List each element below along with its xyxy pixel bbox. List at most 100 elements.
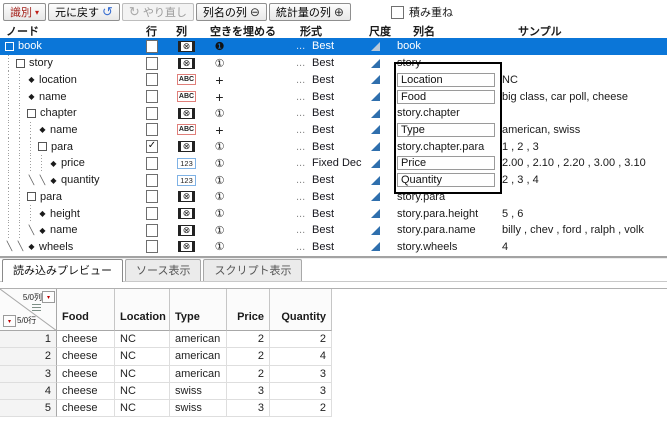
excluded-column-icon[interactable]: ⊗ — [178, 141, 195, 153]
tree-row-name[interactable]: ◆ name ABC +... Best Food big class, car poll,… — [0, 88, 667, 105]
columns-menu-button[interactable]: ▾ — [42, 291, 55, 303]
character-column-icon[interactable]: ABC — [177, 74, 196, 86]
row-checkbox[interactable] — [146, 106, 158, 120]
format-value[interactable]: Best — [312, 55, 369, 72]
fill-gaps-icon[interactable]: ① — [211, 138, 228, 155]
leaf-node-icon[interactable]: ◆ — [37, 209, 48, 218]
row-checkbox[interactable] — [146, 223, 158, 237]
row-checkbox[interactable] — [146, 123, 158, 137]
format-ellipsis[interactable]: ... — [296, 188, 305, 205]
column-header-type[interactable]: Type — [170, 289, 227, 331]
tree-row-story[interactable]: story ⊗ ①... Best story — [0, 54, 667, 72]
format-value[interactable]: Best — [312, 88, 369, 105]
continuous-scale-icon[interactable] — [371, 242, 380, 252]
leaf-node-icon[interactable]: ◆ — [37, 226, 48, 235]
format-value[interactable]: Best — [312, 71, 369, 88]
format-ellipsis[interactable]: ... — [296, 172, 305, 189]
container-node-icon[interactable] — [5, 41, 14, 51]
fill-gaps-icon[interactable]: ❶ — [211, 38, 228, 55]
fill-gaps-icon[interactable]: ① — [211, 172, 228, 189]
undo-button[interactable]: 元に戻す ↺ — [48, 3, 120, 21]
colname-input[interactable]: Type — [397, 122, 495, 137]
rows-menu-button[interactable]: ▾ — [3, 315, 16, 327]
continuous-scale-icon[interactable] — [371, 209, 380, 219]
format-ellipsis[interactable]: ... — [296, 71, 305, 88]
identify-button[interactable]: 識別 ▾ — [3, 3, 47, 21]
row-checkbox[interactable] — [146, 156, 158, 170]
row-checkbox[interactable] — [146, 90, 158, 104]
format-value[interactable]: Best — [312, 172, 369, 189]
fill-gaps-icon[interactable]: ① — [211, 205, 228, 222]
leaf-node-icon[interactable]: ◆ — [37, 125, 48, 134]
tree-row-name[interactable]: ◆ name ABC +... Best Type american, swiss — [0, 121, 667, 139]
container-node-icon[interactable] — [16, 58, 25, 68]
format-ellipsis[interactable]: ... — [296, 155, 305, 172]
continuous-scale-icon[interactable] — [371, 175, 380, 185]
character-column-icon[interactable]: ABC — [177, 91, 196, 103]
excluded-column-icon[interactable]: ⊗ — [178, 57, 195, 69]
tree-row-price[interactable]: ◆ price 123 ①... Fixed Dec Price 2.00 , 2.10 ,… — [0, 155, 667, 172]
tree-row-height[interactable]: ◆ height ⊗ ①... Best story.para.height 5 , 6 — [0, 205, 667, 222]
excluded-column-icon[interactable]: ⊗ — [178, 191, 195, 203]
colname-input[interactable]: Price — [397, 156, 495, 171]
continuous-scale-icon[interactable] — [371, 58, 380, 68]
continuous-scale-icon[interactable] — [371, 125, 380, 135]
format-ellipsis[interactable]: ... — [296, 88, 305, 105]
fill-gaps-icon[interactable]: ① — [211, 155, 228, 172]
excluded-column-icon[interactable]: ⊗ — [178, 241, 195, 253]
character-column-icon[interactable]: ABC — [177, 124, 196, 136]
excluded-column-icon[interactable]: ⊗ — [178, 40, 195, 52]
tab-import-preview[interactable]: 読み込みプレビュー — [2, 259, 123, 282]
tree-row-para[interactable]: para ✓ ⊗ ①... Best story.chapter.para 1 , 2 , … — [0, 138, 667, 156]
fill-gaps-icon[interactable]: ① — [211, 55, 228, 72]
statistics-column-button[interactable]: 統計量の列 ⊕ — [268, 3, 351, 21]
leaf-node-icon[interactable]: ◆ — [48, 159, 59, 168]
continuous-scale-icon[interactable] — [371, 142, 380, 152]
leaf-node-icon[interactable]: ◆ — [48, 176, 59, 185]
format-value[interactable]: Best — [312, 38, 369, 55]
colname-input[interactable]: Location — [397, 72, 495, 87]
format-ellipsis[interactable]: ... — [296, 239, 305, 256]
column-name-column-button[interactable]: 列名の列 ⊖ — [195, 3, 267, 21]
colname-input[interactable]: Quantity — [397, 173, 495, 188]
continuous-scale-icon[interactable] — [371, 92, 380, 102]
row-checkbox[interactable] — [146, 73, 158, 87]
format-value[interactable]: Best — [312, 222, 369, 239]
format-value[interactable]: Best — [312, 188, 369, 205]
continuous-scale-icon[interactable] — [371, 41, 380, 51]
column-header-price[interactable]: Price — [227, 289, 270, 331]
fill-gaps-icon[interactable]: ① — [211, 105, 228, 122]
row-checkbox[interactable] — [146, 56, 158, 70]
format-value[interactable]: Best — [312, 105, 369, 122]
format-ellipsis[interactable]: ... — [296, 38, 305, 55]
container-node-icon[interactable] — [27, 192, 36, 202]
format-value[interactable]: Best — [312, 122, 369, 139]
tree-row-book[interactable]: book ⊗ ❶... Best book — [0, 38, 667, 55]
container-node-icon[interactable] — [38, 142, 47, 152]
column-header-location[interactable]: Location — [115, 289, 170, 331]
redo-button[interactable]: ↻ やり直し — [121, 3, 194, 21]
format-ellipsis[interactable]: ... — [296, 205, 305, 222]
excluded-column-icon[interactable]: ⊗ — [178, 208, 195, 220]
continuous-scale-icon[interactable] — [371, 75, 380, 85]
excluded-column-icon[interactable]: ⊗ — [178, 107, 195, 119]
continuous-scale-icon[interactable] — [371, 108, 380, 118]
tree-row-name[interactable]: ╲ ◆ name ⊗ ①... Best story.para.name billy , ch… — [0, 221, 667, 239]
tab-source-view[interactable]: ソース表示 — [125, 259, 202, 281]
format-value[interactable]: Best — [312, 205, 369, 222]
leaf-node-icon[interactable]: ◆ — [26, 92, 37, 101]
fill-gaps-icon[interactable]: ① — [211, 239, 228, 256]
format-ellipsis[interactable]: ... — [296, 55, 305, 72]
row-checkbox[interactable] — [146, 39, 158, 53]
row-checkbox[interactable] — [146, 207, 158, 221]
fill-gaps-icon[interactable]: + — [211, 71, 228, 88]
tree-row-location[interactable]: ◆ location ABC +... Best Location NC — [0, 71, 667, 89]
continuous-scale-icon[interactable] — [371, 192, 380, 202]
format-ellipsis[interactable]: ... — [296, 122, 305, 139]
format-value[interactable]: Best — [312, 138, 369, 155]
fill-gaps-icon[interactable]: ① — [211, 222, 228, 239]
format-ellipsis[interactable]: ... — [296, 222, 305, 239]
continuous-scale-icon[interactable] — [371, 158, 380, 168]
excluded-column-icon[interactable]: ⊗ — [178, 224, 195, 236]
colname-input[interactable]: Food — [397, 89, 495, 104]
